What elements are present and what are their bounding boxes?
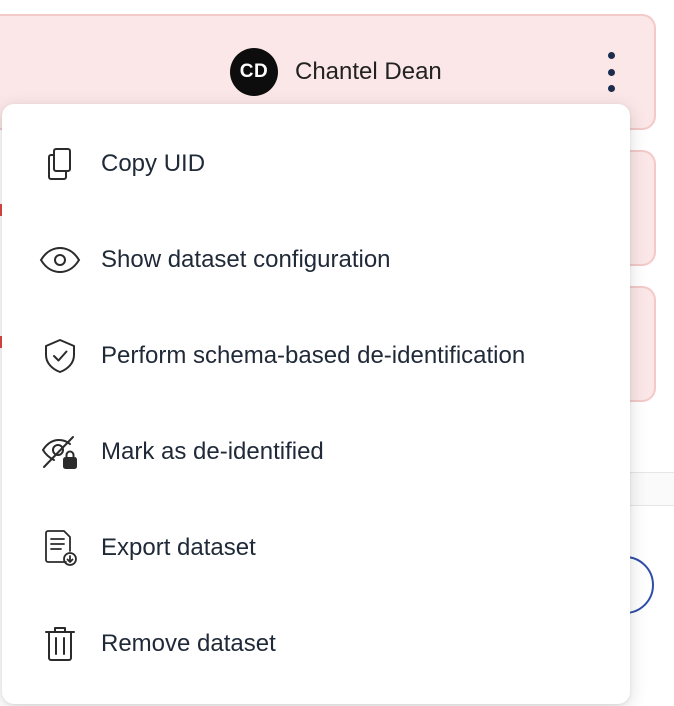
more-options-button[interactable] <box>596 50 626 94</box>
menu-item-label: Mark as de-identified <box>101 438 324 465</box>
kebab-dot <box>607 52 615 59</box>
dataset-owner: CD Chantel Dean <box>230 48 442 96</box>
menu-item-label: Remove dataset <box>101 630 276 657</box>
eye-off-lock-icon <box>39 431 81 473</box>
document-download-icon <box>39 527 81 569</box>
menu-item-label: Show dataset configuration <box>101 246 391 273</box>
menu-item-export-dataset[interactable]: Export dataset <box>2 500 630 596</box>
eye-icon <box>39 239 81 281</box>
menu-item-label: Perform schema-based de-identification <box>101 342 526 369</box>
menu-item-copy-uid[interactable]: Copy UID <box>2 116 630 212</box>
menu-item-mark-deidentified[interactable]: Mark as de-identified <box>2 404 630 500</box>
menu-item-label: Copy UID <box>101 150 206 177</box>
menu-item-show-configuration[interactable]: Show dataset configuration <box>2 212 630 308</box>
kebab-dot <box>607 85 615 92</box>
kebab-dot <box>607 68 615 76</box>
menu-item-label: Export dataset <box>101 534 256 561</box>
avatar: CD <box>230 48 278 96</box>
shield-check-icon <box>39 335 81 377</box>
copy-icon <box>39 143 81 185</box>
dataset-actions-menu: Copy UID Show dataset configuration Perf… <box>2 104 630 704</box>
trash-icon <box>39 623 81 665</box>
menu-item-deidentify-schema[interactable]: Perform schema-based de-identification <box>2 308 630 404</box>
owner-name: Chantel Dean <box>295 58 442 85</box>
menu-item-remove-dataset[interactable]: Remove dataset <box>2 596 630 692</box>
